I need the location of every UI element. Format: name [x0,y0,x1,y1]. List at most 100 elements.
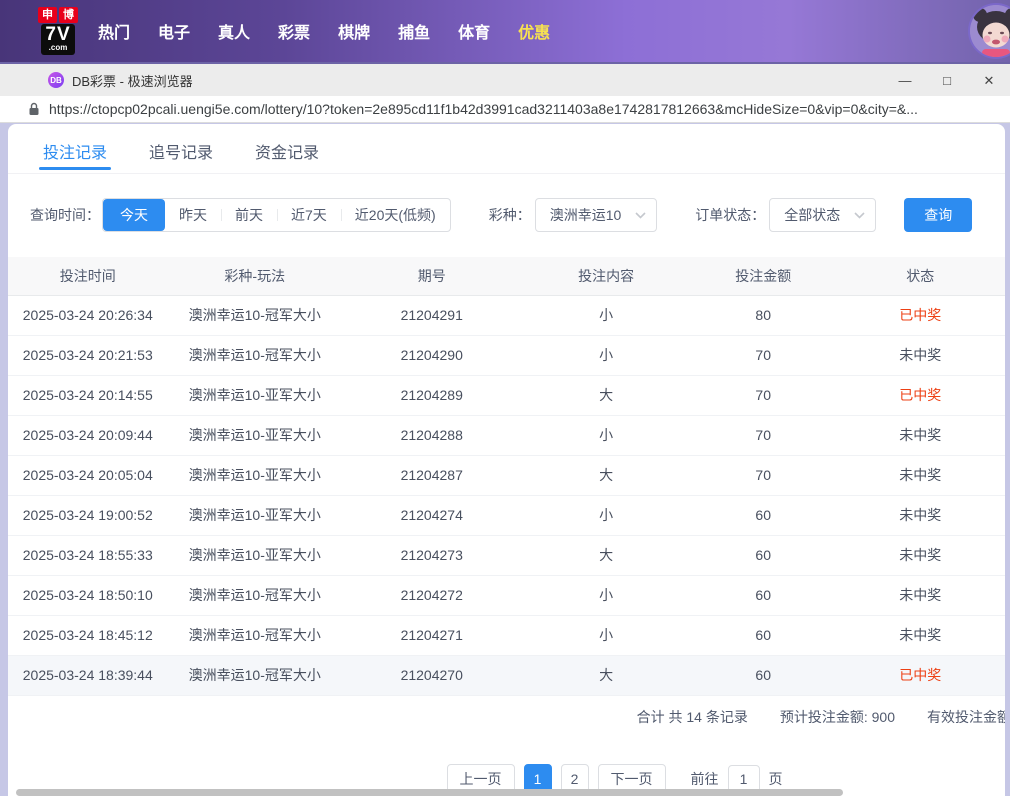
summary-bar: 合计 共 14 条记录 预计投注金额: 900 有效投注金额 [8,696,1005,738]
play-type-cell: 澳洲幸运10-冠军大小 [167,655,342,696]
issue-cell: 21204272 [341,575,522,616]
bet-records-table: 投注时间 彩种-玩法 期号 投注内容 投注金额 状态 2025-03-24 20… [8,257,1005,696]
lottery-select[interactable]: 澳洲幸运10 [534,198,658,232]
nav-item-live[interactable]: 真人 [218,19,250,43]
bet-content-cell: 大 [521,455,691,496]
site-logo[interactable]: 申 博 7V .com [38,7,78,55]
filter-bar: 查询时间： 今天 昨天 前天 近7天 近20天(低频) 彩种： 澳洲幸运10 订… [30,198,1005,232]
status-select-value: 全部状态 [784,207,841,223]
status-cell: 未中奖 [835,415,1005,456]
col-bet-time: 投注时间 [8,257,168,296]
nav-item-chess[interactable]: 棋牌 [338,19,370,43]
lock-icon [28,102,40,116]
table-row[interactable]: 2025-03-24 18:55:33 澳洲幸运10-亚军大小 21204273… [8,535,1005,576]
status-select[interactable]: 全部状态 [769,198,877,232]
bet-time-cell: 2025-03-24 18:55:33 [8,535,168,576]
bet-amount-cell: 60 [690,495,836,536]
play-type-cell: 澳洲幸运10-冠军大小 [167,615,342,656]
goto-label: 前往 [690,770,719,787]
logo-main-text: 7V [45,24,71,46]
window-controls: — □ ✕ [896,64,1002,96]
nav-item-slots[interactable]: 电子 [158,19,190,43]
status-cell: 未中奖 [835,575,1005,616]
bet-time-cell: 2025-03-24 18:39:44 [8,655,168,696]
issue-cell: 21204270 [341,655,522,696]
col-bet-content: 投注内容 [521,257,691,296]
nav-item-sports[interactable]: 体育 [458,19,490,43]
play-type-cell: 澳洲幸运10-亚军大小 [167,455,342,496]
search-button[interactable]: 查询 [904,198,973,232]
url-text[interactable]: https://ctopcp02pcali.uengi5e.com/lotter… [49,101,918,117]
issue-cell: 21204273 [341,535,522,576]
tab-fund-records[interactable]: 资金记录 [255,139,319,173]
table-row[interactable]: 2025-03-24 20:05:04 澳洲幸运10-亚军大小 21204287… [8,455,1005,496]
bet-amount-cell: 70 [690,455,836,496]
window-title: DB彩票 - 极速浏览器 [72,73,193,89]
valid-amount-text: 有效投注金额 [927,708,1005,725]
total-records-text: 合计 共 14 条记录 [636,708,748,725]
browser-tab-icon: DB [48,72,64,88]
tab-chase-records[interactable]: 追号记录 [149,139,213,173]
minimize-icon[interactable]: — [896,74,914,87]
status-cell: 未中奖 [835,455,1005,496]
close-icon[interactable]: ✕ [980,74,998,87]
nav-item-hot[interactable]: 热门 [98,19,130,43]
logo-domain-text: .com [48,43,68,53]
status-cell: 已中奖 [835,655,1005,696]
user-avatar[interactable] [968,3,1010,59]
table-row[interactable]: 2025-03-24 20:14:55 澳洲幸运10-亚军大小 21204289… [8,375,1005,416]
table-row[interactable]: 2025-03-24 20:26:34 澳洲幸运10-冠军大小 21204291… [8,295,1005,336]
bet-time-cell: 2025-03-24 18:45:12 [8,615,168,656]
logo-badge-shen: 申 [38,7,57,24]
time-filter-group: 今天 昨天 前天 近7天 近20天(低频) [102,198,451,232]
issue-cell: 21204271 [341,615,522,656]
bet-content-cell: 小 [521,415,691,456]
nav-item-promo[interactable]: 优惠 [518,19,550,43]
main-nav: 热门 电子 真人 彩票 棋牌 捕鱼 体育 优惠 [98,19,550,43]
status-cell: 未中奖 [835,335,1005,376]
issue-cell: 21204291 [341,295,522,336]
tab-bet-records[interactable]: 投注记录 [38,139,112,173]
records-panel: 投注记录 追号记录 资金记录 查询时间： 今天 昨天 前天 近7天 近20天(低… [8,124,1005,796]
table-row[interactable]: 2025-03-24 18:45:12 澳洲幸运10-冠军大小 21204271… [8,615,1005,656]
bet-content-cell: 大 [521,535,691,576]
bet-time-cell: 2025-03-24 19:00:52 [8,495,168,536]
bet-amount-cell: 80 [690,295,836,336]
bet-content-cell: 小 [521,495,691,536]
status-cell: 已中奖 [835,375,1005,416]
table-row[interactable]: 2025-03-24 18:50:10 澳洲幸运10-冠军大小 21204272… [8,575,1005,616]
status-cell: 未中奖 [835,535,1005,576]
bet-amount-cell: 70 [690,415,836,456]
browser-viewport: 投注记录 追号记录 资金记录 查询时间： 今天 昨天 前天 近7天 近20天(低… [0,123,1010,796]
logo-badge-bo: 博 [59,7,78,24]
time-option-yesterday[interactable]: 昨天 [165,199,221,231]
play-type-cell: 澳洲幸运10-冠军大小 [167,295,342,336]
time-option-2days-ago[interactable]: 前天 [221,199,277,231]
nav-item-fishing[interactable]: 捕鱼 [398,19,430,43]
maximize-icon[interactable]: □ [938,74,956,87]
time-option-today[interactable]: 今天 [103,199,165,231]
time-option-7days[interactable]: 近7天 [277,199,341,231]
table-row[interactable]: 2025-03-24 19:00:52 澳洲幸运10-亚军大小 21204274… [8,495,1005,536]
bet-amount-cell: 60 [690,575,836,616]
nav-item-lottery[interactable]: 彩票 [278,19,310,43]
bet-amount-cell: 70 [690,375,836,416]
bet-content-cell: 小 [521,295,691,336]
expected-amount-text: 预计投注金额: 900 [779,708,895,725]
chevron-down-icon [854,211,865,219]
browser-urlbar[interactable]: https://ctopcp02pcali.uengi5e.com/lotter… [0,96,1010,123]
table-row[interactable]: 2025-03-24 18:39:44 澳洲幸运10-冠军大小 21204270… [8,655,1005,696]
status-cell: 未中奖 [835,615,1005,656]
bet-amount-cell: 60 [690,655,836,696]
table-row[interactable]: 2025-03-24 20:21:53 澳洲幸运10-冠军大小 21204290… [8,335,1005,376]
logo-badges: 申 博 [38,7,78,24]
lottery-select-value: 澳洲幸运10 [549,207,622,223]
play-type-cell: 澳洲幸运10-冠军大小 [167,335,342,376]
status-cell: 已中奖 [835,295,1005,336]
time-option-20days[interactable]: 近20天(低频) [340,199,450,231]
issue-cell: 21204290 [341,335,522,376]
play-type-cell: 澳洲幸运10-亚军大小 [167,495,342,536]
play-type-cell: 澳洲幸运10-亚军大小 [167,375,342,416]
horizontal-scrollbar[interactable] [16,789,843,796]
table-row[interactable]: 2025-03-24 20:09:44 澳洲幸运10-亚军大小 21204288… [8,415,1005,456]
